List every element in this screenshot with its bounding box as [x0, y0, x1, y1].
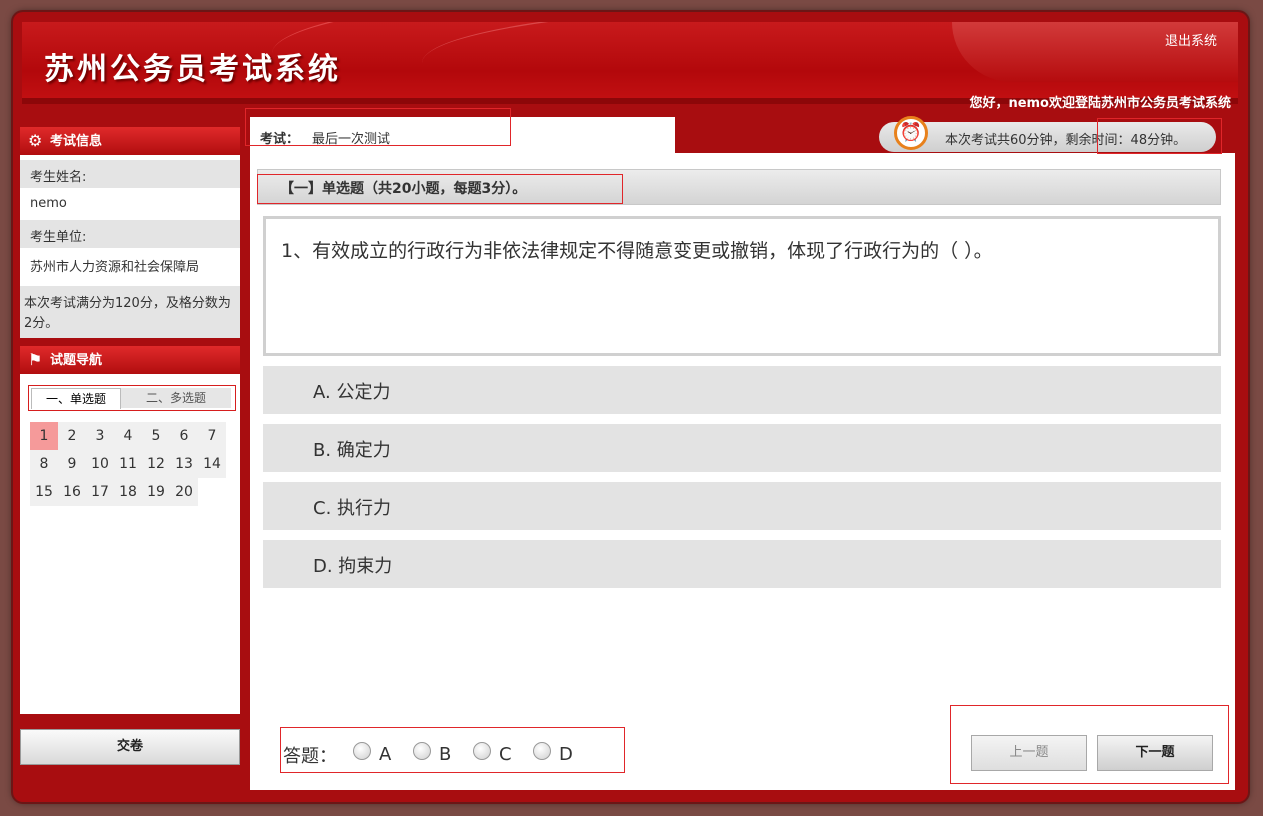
highlight-box-timer [1097, 118, 1222, 154]
option-c-label: C. 执行力 [313, 498, 392, 519]
answer-radio-b[interactable] [413, 742, 431, 760]
logout-link[interactable]: 退出系统 [1165, 30, 1217, 49]
name-label: 考生姓名: [30, 170, 87, 185]
answer-radio-d-label: D [559, 744, 573, 765]
option-d[interactable]: D. 拘束力 [263, 540, 1221, 588]
answer-radio-d[interactable] [533, 742, 551, 760]
name-label-row: 考生姓名: [20, 160, 240, 188]
option-b-label: B. 确定力 [313, 440, 391, 461]
exam-info-title: 考试信息 [50, 134, 103, 149]
answer-radio-a-label: A [379, 744, 392, 765]
option-d-label: D. 拘束力 [313, 556, 393, 577]
question-number-19[interactable]: 19 [142, 478, 170, 506]
question-number-10[interactable]: 10 [86, 450, 114, 478]
answer-radio-c-label: C [499, 744, 512, 765]
question-type-tabs: 一、单选题 二、多选题 [28, 385, 236, 411]
question-number-5[interactable]: 5 [142, 422, 170, 450]
next-question-button[interactable]: 下一题 [1097, 735, 1213, 771]
question-number-15[interactable]: 15 [30, 478, 58, 506]
question-number-11[interactable]: 11 [114, 450, 142, 478]
welcome-message: 您好，nemo欢迎登陆苏州市公务员考试系统 [969, 96, 1231, 111]
exam-info-header: ⚙ 考试信息 [20, 127, 240, 155]
flag-icon: ⚑ [28, 350, 43, 369]
question-number-14[interactable]: 14 [198, 450, 226, 478]
submit-exam-button[interactable]: 交卷 [20, 729, 240, 765]
question-number-2[interactable]: 2 [58, 422, 86, 450]
navigator-title: 试题导航 [50, 353, 103, 368]
question-number-3[interactable]: 3 [86, 422, 114, 450]
name-value: nemo [30, 196, 67, 211]
unit-value: 苏州市人力资源和社会保障局 [30, 260, 200, 275]
question-number-13[interactable]: 13 [170, 450, 198, 478]
option-a-label: A. 公定力 [313, 382, 391, 403]
exam-info-panel: 考生姓名: nemo 考生单位: 苏州市人力资源和社会保障局 本次考试满分为12… [20, 155, 240, 338]
answer-radio-b-label: B [439, 744, 452, 765]
answer-radio-a[interactable] [353, 742, 371, 760]
navigator-header: ⚑ 试题导航 [20, 346, 240, 374]
question-number-16[interactable]: 16 [58, 478, 86, 506]
question-number-6[interactable]: 6 [170, 422, 198, 450]
highlight-box-exam-name [245, 108, 511, 146]
unit-label-row: 考生单位: [20, 220, 240, 248]
question-number-12[interactable]: 12 [142, 450, 170, 478]
answer-label: 答题： [283, 746, 337, 767]
option-c[interactable]: C. 执行力 [263, 482, 1221, 530]
score-note: 本次考试满分为120分，及格分数为2分。 [24, 296, 231, 331]
option-a[interactable]: A. 公定力 [263, 366, 1221, 414]
question-number-18[interactable]: 18 [114, 478, 142, 506]
answer-radio-c[interactable] [473, 742, 491, 760]
question-number-1[interactable]: 1 [30, 422, 58, 450]
app-title: 苏州公务员考试系统 [44, 52, 341, 87]
option-b[interactable]: B. 确定力 [263, 424, 1221, 472]
question-number-20[interactable]: 20 [170, 478, 198, 506]
question-number-7[interactable]: 7 [198, 422, 226, 450]
question-number-17[interactable]: 17 [86, 478, 114, 506]
question-number-8[interactable]: 8 [30, 450, 58, 478]
unit-label: 考生单位: [30, 230, 87, 245]
highlight-box-section [257, 174, 623, 204]
gear-icon: ⚙ [28, 131, 43, 150]
question-number-4[interactable]: 4 [114, 422, 142, 450]
previous-question-button[interactable]: 上一题 [971, 735, 1087, 771]
question-number-9[interactable]: 9 [58, 450, 86, 478]
alarm-clock-icon: ⏰ [894, 116, 928, 150]
tab-single-choice[interactable]: 一、单选题 [31, 388, 121, 409]
question-text: 1、有效成立的行政行为非依法律规定不得随意变更或撤销，体现了行政行为的（ ）。 [281, 240, 993, 262]
tab-multiple-choice[interactable]: 二、多选题 [121, 388, 231, 408]
score-note-box: 本次考试满分为120分，及格分数为2分。 [20, 286, 240, 338]
